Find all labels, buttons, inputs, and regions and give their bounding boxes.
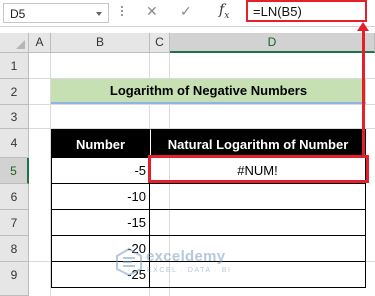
row-header-1[interactable]: 1: [0, 53, 29, 79]
watermark-tagline: EXCEL · DATA · BI: [147, 267, 232, 274]
formula-bar: D5 ✕ ✓ fx =LN(B5): [0, 0, 375, 27]
formula-bar-grip-icon[interactable]: [121, 6, 124, 20]
row-header-3[interactable]: 3: [0, 105, 29, 129]
formula-input[interactable]: =LN(B5): [246, 0, 367, 22]
select-all-icon: [16, 40, 25, 49]
annotation-arrow: [362, 28, 365, 157]
cell-d7[interactable]: [150, 210, 366, 236]
cell-b5[interactable]: -5: [51, 158, 150, 184]
title-cell[interactable]: Logarithm of Negative Numbers: [51, 79, 366, 104]
dropdown-arrow-icon[interactable]: [96, 12, 102, 16]
row-header-5[interactable]: 5: [0, 158, 29, 184]
fx-icon[interactable]: fx: [219, 2, 229, 21]
row-header-2[interactable]: 2: [0, 79, 29, 105]
result-highlight-box: [148, 155, 369, 183]
watermark-name: exceldemy: [146, 248, 226, 265]
row-header-4[interactable]: 4: [0, 129, 29, 158]
header-natural-log[interactable]: Natural Logarithm of Number: [150, 129, 366, 158]
exceldemy-logo-icon: [116, 248, 142, 276]
row-header-8[interactable]: 8: [0, 236, 29, 262]
name-box-value: D5: [10, 7, 26, 21]
select-all-button[interactable]: [0, 33, 29, 53]
name-box[interactable]: D5: [3, 3, 109, 23]
fx-sub: x: [224, 10, 230, 21]
cancel-icon[interactable]: ✕: [146, 3, 158, 20]
row-header-9[interactable]: 9: [0, 262, 29, 296]
header-number[interactable]: Number: [51, 129, 150, 158]
cell-d6[interactable]: [150, 184, 366, 210]
column-header-a[interactable]: A: [29, 33, 51, 53]
annotation-arrow-head: [357, 22, 369, 31]
enter-icon[interactable]: ✓: [180, 3, 192, 20]
sheet-title: Logarithm of Negative Numbers: [109, 83, 308, 98]
cell-b7[interactable]: -15: [51, 210, 150, 236]
column-header-b[interactable]: B: [51, 33, 150, 53]
row-header-7[interactable]: 7: [0, 210, 29, 236]
row-header-6[interactable]: 6: [0, 184, 29, 210]
column-header-d[interactable]: D: [170, 33, 375, 53]
formula-text: =LN(B5): [253, 4, 302, 19]
cell-b6[interactable]: -10: [51, 184, 150, 210]
column-header-c[interactable]: C: [150, 33, 170, 53]
gridline: [29, 104, 375, 105]
watermark: exceldemy EXCEL · DATA · BI: [116, 246, 256, 286]
